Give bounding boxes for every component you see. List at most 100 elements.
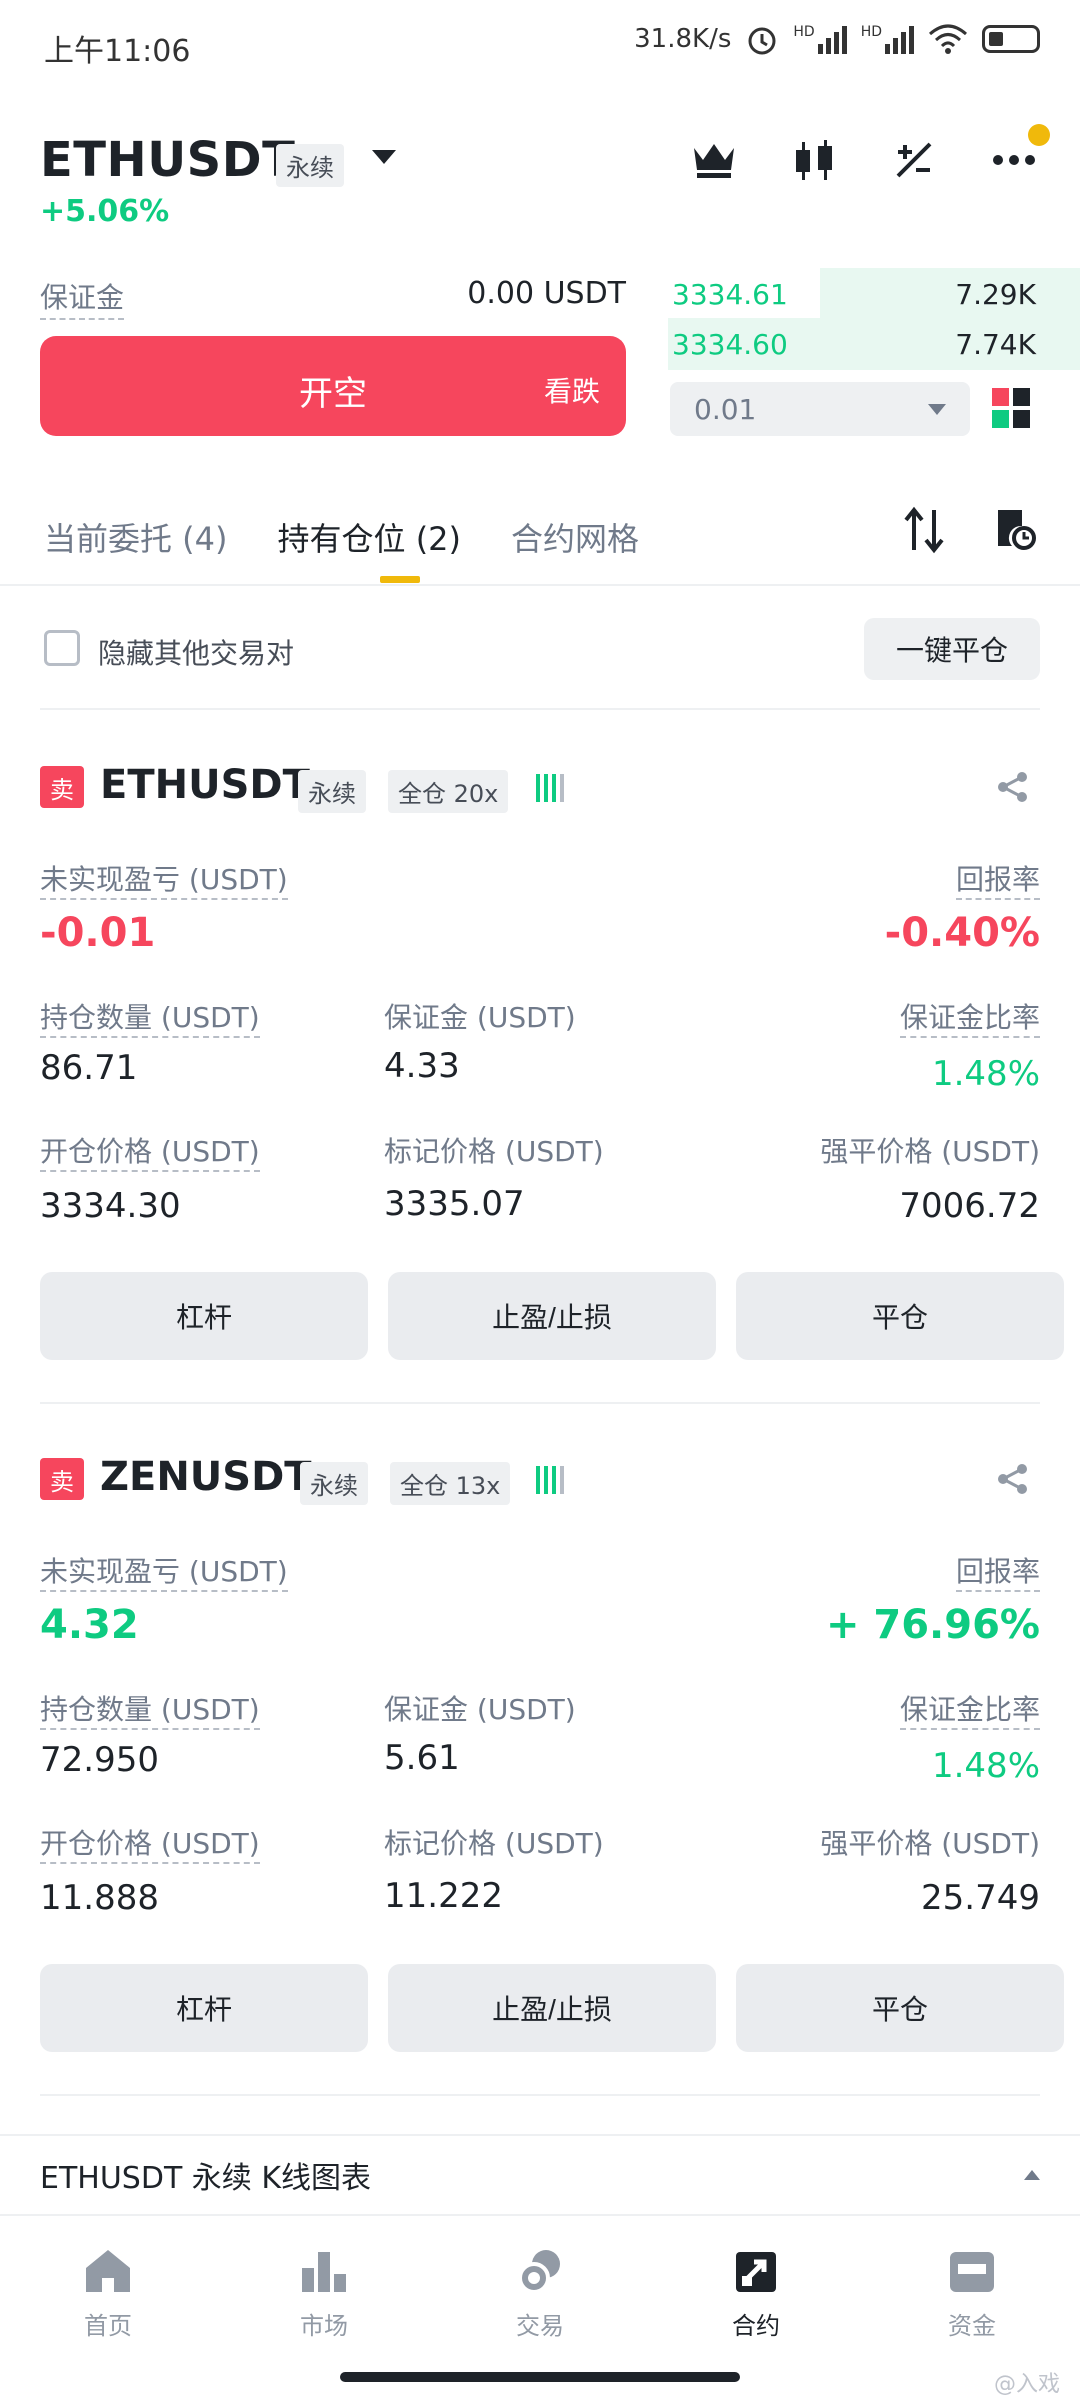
chevron-down-icon [928,403,946,415]
entry-price-value: 3334.30 [40,1186,181,1226]
nav-item-market[interactable]: 市场 [244,2248,404,2341]
orderbook-price: 3334.61 [672,277,788,311]
signal-icon: HD [793,24,847,54]
margin-label: 保证金 (USDT) [384,1693,576,1726]
orderbook-layout-icon[interactable] [992,388,1030,428]
margin-value: 0.00 USDT [467,276,626,311]
close-position-button[interactable]: 平仓 [736,1964,1064,2052]
liq-price-label: 强平价格 (USDT) [820,1135,1040,1168]
mark-price-label: 标记价格 (USDT) [384,1135,604,1168]
margin-mode-tag[interactable]: 全仓 13x [390,1462,511,1505]
mark-price-label: 标记价格 (USDT) [384,1827,604,1860]
tab-positions[interactable]: 持有仓位 (2) [278,514,462,560]
entry-price-label: 开仓价格 (USDT) [40,1822,260,1864]
tab-open-orders[interactable]: 当前委托 (4) [44,514,228,560]
position-symbol[interactable]: ZENUSDT [100,1454,312,1500]
leverage-button[interactable]: 杠杆 [40,1964,368,2052]
size-value: 72.950 [40,1740,159,1780]
nav-label: 资金 [948,2312,996,2340]
position-symbol[interactable]: ETHUSDT [100,762,310,808]
tab-tools [902,506,1036,554]
hide-other-pairs-checkbox[interactable] [44,630,80,666]
leverage-button[interactable]: 杠杆 [40,1272,368,1360]
precision-value: 0.01 [694,392,757,426]
tab-grid[interactable]: 合约网格 [511,514,639,560]
price-change: +5.06% [40,194,170,229]
notification-dot [1028,124,1050,146]
side-badge: 卖 [40,766,84,808]
orderbook-row[interactable]: 3334.60 7.74K [668,318,1080,370]
calculator-icon[interactable] [890,136,938,184]
home-indicator [340,2372,740,2382]
active-tab-indicator [380,576,420,583]
close-all-button[interactable]: 一键平仓 [864,618,1040,680]
margin-ratio-label: 保证金比率 [899,996,1040,1038]
chevron-up-icon [1024,2170,1040,2180]
close-position-button[interactable]: 平仓 [736,1272,1064,1360]
wallet-icon [950,2252,994,2292]
nav-label: 合约 [732,2312,780,2340]
size-label: 持仓数量 (USDT) [40,996,260,1038]
adl-indicator-icon [536,1464,564,1494]
kline-chart-label: ETHUSDT 永续 K线图表 [40,2161,372,2196]
size-label: 持仓数量 (USDT) [40,1688,260,1730]
open-short-label: 开空 [299,375,367,413]
candlestick-icon[interactable] [790,136,838,184]
margin-ratio-value: 1.48% [931,1746,1040,1786]
nav-label: 首页 [84,2312,132,2340]
divider [40,2094,1040,2096]
position-card: 卖 ETHUSDT 永续 全仓 20x 未实现盈亏 (USDT) 回报率 -0.… [0,762,1080,1426]
tp-sl-button[interactable]: 止盈/止损 [388,1964,716,2052]
roe-value: -0.40% [884,910,1040,956]
liq-price-value: 25.749 [921,1878,1040,1918]
status-time: 上午11:06 [44,34,191,69]
nav-item-wallet[interactable]: 资金 [892,2248,1052,2341]
orderbook-qty: 7.29K [955,277,1036,311]
signal-hd-label: HD [860,24,882,40]
liq-price-value: 7006.72 [899,1186,1040,1226]
unrealized-pnl: -0.01 [40,910,156,956]
wifi-icon [929,24,967,54]
status-icons: 31.8K/s HD HD [634,22,1040,56]
page-title[interactable]: ETHUSDT [40,132,295,188]
position-card: 卖 ZENUSDT 永续 全仓 13x 未实现盈亏 (USDT) 回报率 4.3… [0,1454,1080,2118]
home-icon [86,2250,130,2292]
unrealized-pnl: 4.32 [40,1602,139,1648]
nav-item-home[interactable]: 首页 [28,2248,188,2341]
kline-chart-toggle[interactable]: ETHUSDT 永续 K线图表 [0,2134,1080,2216]
mark-price-value: 3335.07 [384,1184,525,1224]
precision-select[interactable]: 0.01 [670,382,970,436]
margin-label: 保证金 [40,276,125,320]
orderbook-row[interactable]: 3334.61 7.29K [668,268,1080,320]
margin-value: 5.61 [384,1738,460,1778]
market-icon [302,2252,346,2292]
signal-icon: HD [861,24,914,54]
divider [40,1402,1040,1404]
nav-label: 市场 [300,2312,348,2340]
signal-hd-label: HD [793,24,815,40]
hide-other-pairs-label: 隐藏其他交易对 [98,637,295,670]
watermark: @入戏 [993,2372,1060,2397]
crown-icon[interactable] [690,136,738,184]
contract-type-tag: 永续 [300,1462,368,1505]
net-speed: 31.8K/s [634,24,732,54]
tp-sl-button[interactable]: 止盈/止损 [388,1272,716,1360]
divider [40,708,1040,710]
entry-price-label: 开仓价格 (USDT) [40,1130,260,1172]
open-short-button[interactable]: 开空 看跌 [40,336,626,436]
history-icon[interactable] [992,506,1036,550]
nav-item-trade[interactable]: 交易 [460,2248,620,2341]
margin-value: 4.33 [384,1046,460,1086]
bearish-label: 看跌 [543,376,600,407]
orderbook-price: 3334.60 [672,327,788,361]
unrealized-pnl-label: 未实现盈亏 (USDT) [40,858,288,900]
share-icon[interactable] [996,1462,1030,1496]
adl-indicator-icon [536,772,564,802]
margin-mode-tag[interactable]: 全仓 20x [388,770,509,813]
contract-type-tag: 永续 [298,770,366,813]
chevron-down-icon[interactable] [372,150,396,164]
roe-value: + 76.96% [825,1602,1040,1648]
nav-item-futures[interactable]: 合约 [676,2248,836,2341]
sort-icon[interactable] [902,506,946,554]
share-icon[interactable] [996,770,1030,804]
